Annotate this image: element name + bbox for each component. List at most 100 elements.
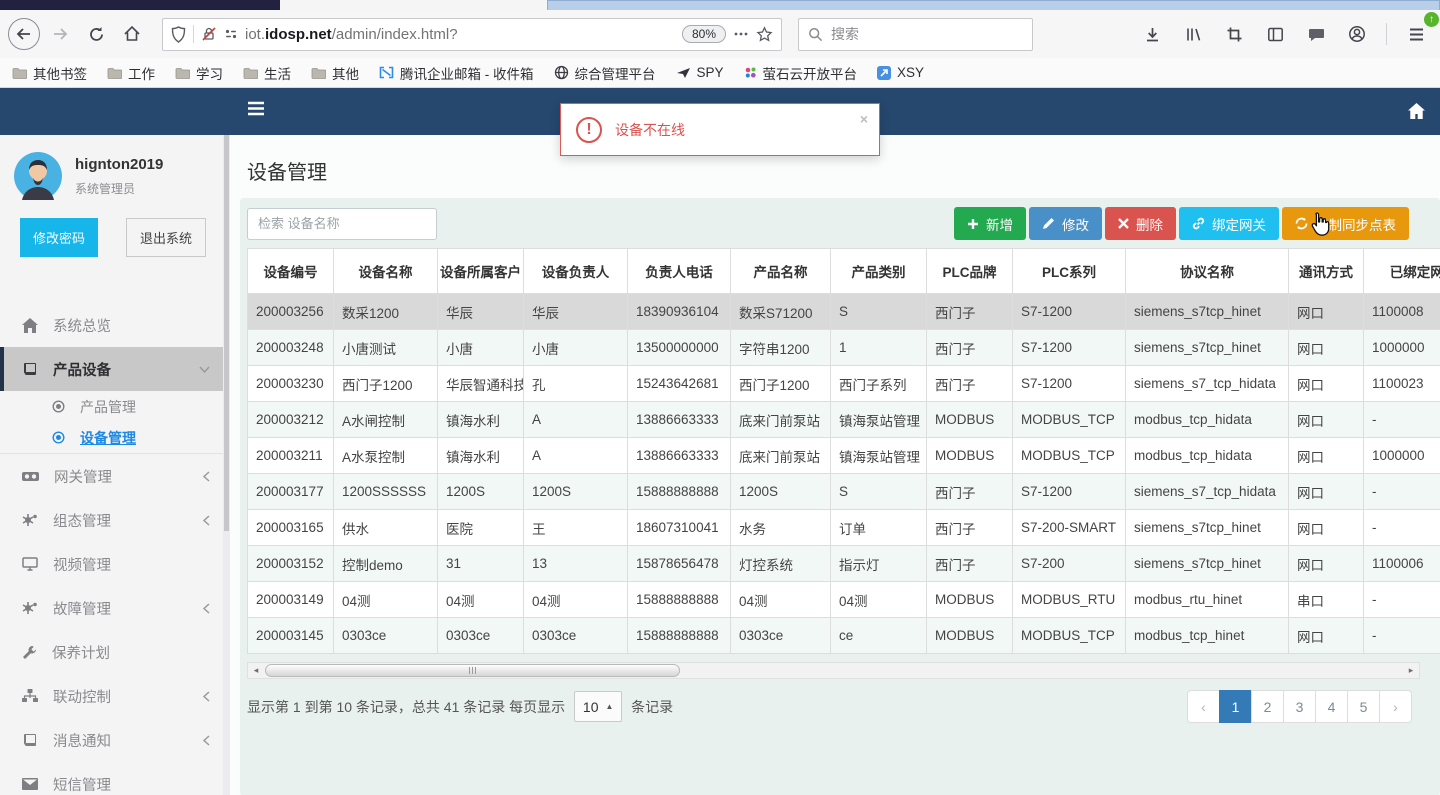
column-header[interactable]: 设备负责人	[523, 248, 628, 294]
device-search-input[interactable]	[247, 207, 437, 240]
table-cell: 网口	[1288, 329, 1364, 366]
bookmark-item[interactable]: 综合管理平台	[554, 63, 656, 83]
page-prev[interactable]: ‹	[1187, 690, 1220, 723]
bind-gateway-button[interactable]: 绑定网关	[1179, 207, 1279, 240]
sidebar-item-fault[interactable]: 故障管理	[0, 586, 230, 630]
library-icon[interactable]	[1177, 18, 1209, 50]
sidebar-item-video[interactable]: 视频管理	[0, 542, 230, 586]
delete-button[interactable]: 删除	[1105, 207, 1176, 240]
sidebar-item-linkage[interactable]: 联动控制	[0, 674, 230, 718]
table-cell: 华辰	[437, 293, 524, 330]
bookmark-item[interactable]: 腾讯企业邮箱 - 收件箱	[379, 63, 534, 83]
table-cell: MODBUS	[926, 401, 1013, 438]
bookmark-item[interactable]: SPY	[676, 65, 724, 80]
bookmark-star-icon[interactable]	[756, 25, 773, 43]
table-row[interactable]: 200003212 A水闸控制 镇海水利 A 13886663333 底来门前泵站 镇海泵站…	[247, 401, 1440, 438]
gears-icon	[22, 601, 38, 615]
column-header[interactable]: PLC系列	[1012, 248, 1126, 294]
page-number[interactable]: 2	[1251, 690, 1284, 723]
plane-icon	[676, 68, 690, 78]
table-row[interactable]: 200003230 西门子1200 华辰智通科技孔 15243642681 西门子120…	[247, 365, 1440, 402]
column-header[interactable]: 协议名称	[1125, 248, 1289, 294]
bookmark-folder[interactable]: 其他	[311, 63, 359, 83]
column-header[interactable]: 通讯方式	[1288, 248, 1364, 294]
add-button[interactable]: 新增	[954, 207, 1026, 240]
reload-icon[interactable]	[80, 18, 112, 50]
column-header[interactable]: PLC品牌	[926, 248, 1013, 294]
sidebars-icon[interactable]	[1259, 18, 1291, 50]
account-icon[interactable]	[1341, 18, 1373, 50]
table-cell: 镇海泵站管理	[830, 401, 927, 438]
bookmark-folder[interactable]: 工作	[107, 63, 155, 83]
bookmark-item[interactable]: XSY	[877, 65, 924, 80]
forward-icon[interactable]	[44, 18, 76, 50]
sidebar-item-product-management[interactable]: 产品管理	[0, 391, 230, 422]
sidebar-item-sms[interactable]: 短信管理	[0, 762, 230, 795]
sidebar-item-product-device[interactable]: 产品设备	[0, 347, 230, 391]
back-icon[interactable]	[8, 18, 40, 50]
sidebar-item-overview[interactable]: 系统总览	[0, 303, 230, 347]
column-header[interactable]: 设备所属客户	[437, 248, 524, 294]
column-header[interactable]: 负责人电话	[627, 248, 731, 294]
scroll-right-icon[interactable]: ▸	[1403, 665, 1419, 676]
sidebar-item-maintenance[interactable]: 保养计划	[0, 630, 230, 674]
page-number[interactable]: 1	[1219, 690, 1252, 723]
page-actions-icon[interactable]	[733, 26, 749, 42]
tabstrip-gap	[280, 0, 547, 10]
table-row[interactable]: 200003211 A水泵控制 镇海水利 A 13886663333 底来门前泵站 镇海泵站…	[247, 437, 1440, 474]
table-row[interactable]: 200003256 数采1200 华辰 华辰 18390936104 数采S71200 S 西…	[247, 293, 1440, 330]
column-header[interactable]: 产品类别	[830, 248, 927, 294]
home-icon[interactable]	[116, 18, 148, 50]
table-row[interactable]: 200003149 04测 04测 04测 15888888888 04测 04测 MODBU…	[247, 581, 1440, 618]
permissions-icon[interactable]	[224, 27, 238, 41]
navbar-home-icon[interactable]	[1407, 102, 1426, 120]
bookmark-item[interactable]: 萤石云开放平台	[744, 63, 857, 83]
page-number[interactable]: 5	[1347, 690, 1380, 723]
insecure-lock-icon[interactable]	[201, 26, 217, 42]
url-bar[interactable]: iot.idosp.net/admin/index.html? 80%	[162, 17, 782, 51]
scroll-left-icon[interactable]: ◂	[248, 665, 264, 676]
page-number[interactable]: 4	[1315, 690, 1348, 723]
alert-close-icon[interactable]: ×	[860, 111, 868, 127]
table-row[interactable]: 200003177 1200SSSSSS 1200S 1200S 15888888888…	[247, 473, 1440, 510]
column-header[interactable]: 设备编号	[247, 248, 334, 294]
logout-button[interactable]: 退出系统	[126, 218, 207, 257]
sidebar-item-configuration[interactable]: 组态管理	[0, 498, 230, 542]
bookmark-folder[interactable]: 其他书签	[12, 63, 87, 83]
app-menu-icon[interactable]: ↑	[1400, 12, 1439, 50]
table-row[interactable]: 200003145 0303ce 0303ce 0303ce 15888888888 03…	[247, 617, 1440, 654]
tracking-shield-icon[interactable]	[171, 25, 186, 43]
sidebar-item-notifications[interactable]: 消息通知	[0, 718, 230, 762]
menu-toggle-icon[interactable]	[247, 101, 265, 116]
table-cell: A水泵控制	[333, 437, 438, 474]
column-header[interactable]: 产品名称	[730, 248, 831, 294]
sidebar-scrollbar[interactable]	[223, 135, 230, 795]
bookmark-folder[interactable]: 生活	[243, 63, 291, 83]
zoom-level-badge[interactable]: 80%	[681, 25, 726, 43]
page-number[interactable]: 3	[1283, 690, 1316, 723]
table-cell: A	[523, 437, 628, 474]
edit-button[interactable]: 修改	[1029, 207, 1102, 240]
sidebar-item-gateway[interactable]: 网关管理	[0, 454, 230, 498]
scrollbar-thumb[interactable]	[265, 664, 680, 677]
horizontal-scrollbar[interactable]: ◂ ▸	[247, 662, 1420, 679]
table-cell: siemens_s7_tcp_hidata	[1125, 365, 1289, 402]
column-header[interactable]: 已绑定网关	[1363, 248, 1440, 294]
change-password-button[interactable]: 修改密码	[20, 218, 99, 257]
table-row[interactable]: 200003248 小唐测试 小唐 小唐 13500000000 字符串1200 1 西门子 S…	[247, 329, 1440, 366]
bookmark-folder[interactable]: 学习	[175, 63, 223, 83]
downloads-icon[interactable]	[1136, 18, 1168, 50]
screenshot-icon[interactable]	[1218, 18, 1250, 50]
caret-up-icon: ▲	[605, 702, 614, 711]
table-row[interactable]: 200003152 控制demo 31 13 15878656478 灯控系统 指示灯 西门子…	[247, 545, 1440, 582]
table-row[interactable]: 200003165 供水 医院王 18607310041 水务 订单 西门子 S7-200-S…	[247, 509, 1440, 546]
page-size-select[interactable]: 10 ▲	[574, 691, 623, 722]
pocket-chat-icon[interactable]	[1300, 18, 1332, 50]
sidebar-item-device-management[interactable]: 设备管理	[0, 422, 230, 453]
browser-tab[interactable]	[547, 0, 1440, 10]
copy-sync-table-button[interactable]: 复制同步点表	[1282, 207, 1409, 240]
page-next[interactable]: ›	[1379, 690, 1412, 723]
column-header[interactable]: 设备名称	[333, 248, 438, 294]
table-cell: 200003177	[247, 473, 334, 510]
browser-search[interactable]: 搜索	[798, 17, 1033, 51]
